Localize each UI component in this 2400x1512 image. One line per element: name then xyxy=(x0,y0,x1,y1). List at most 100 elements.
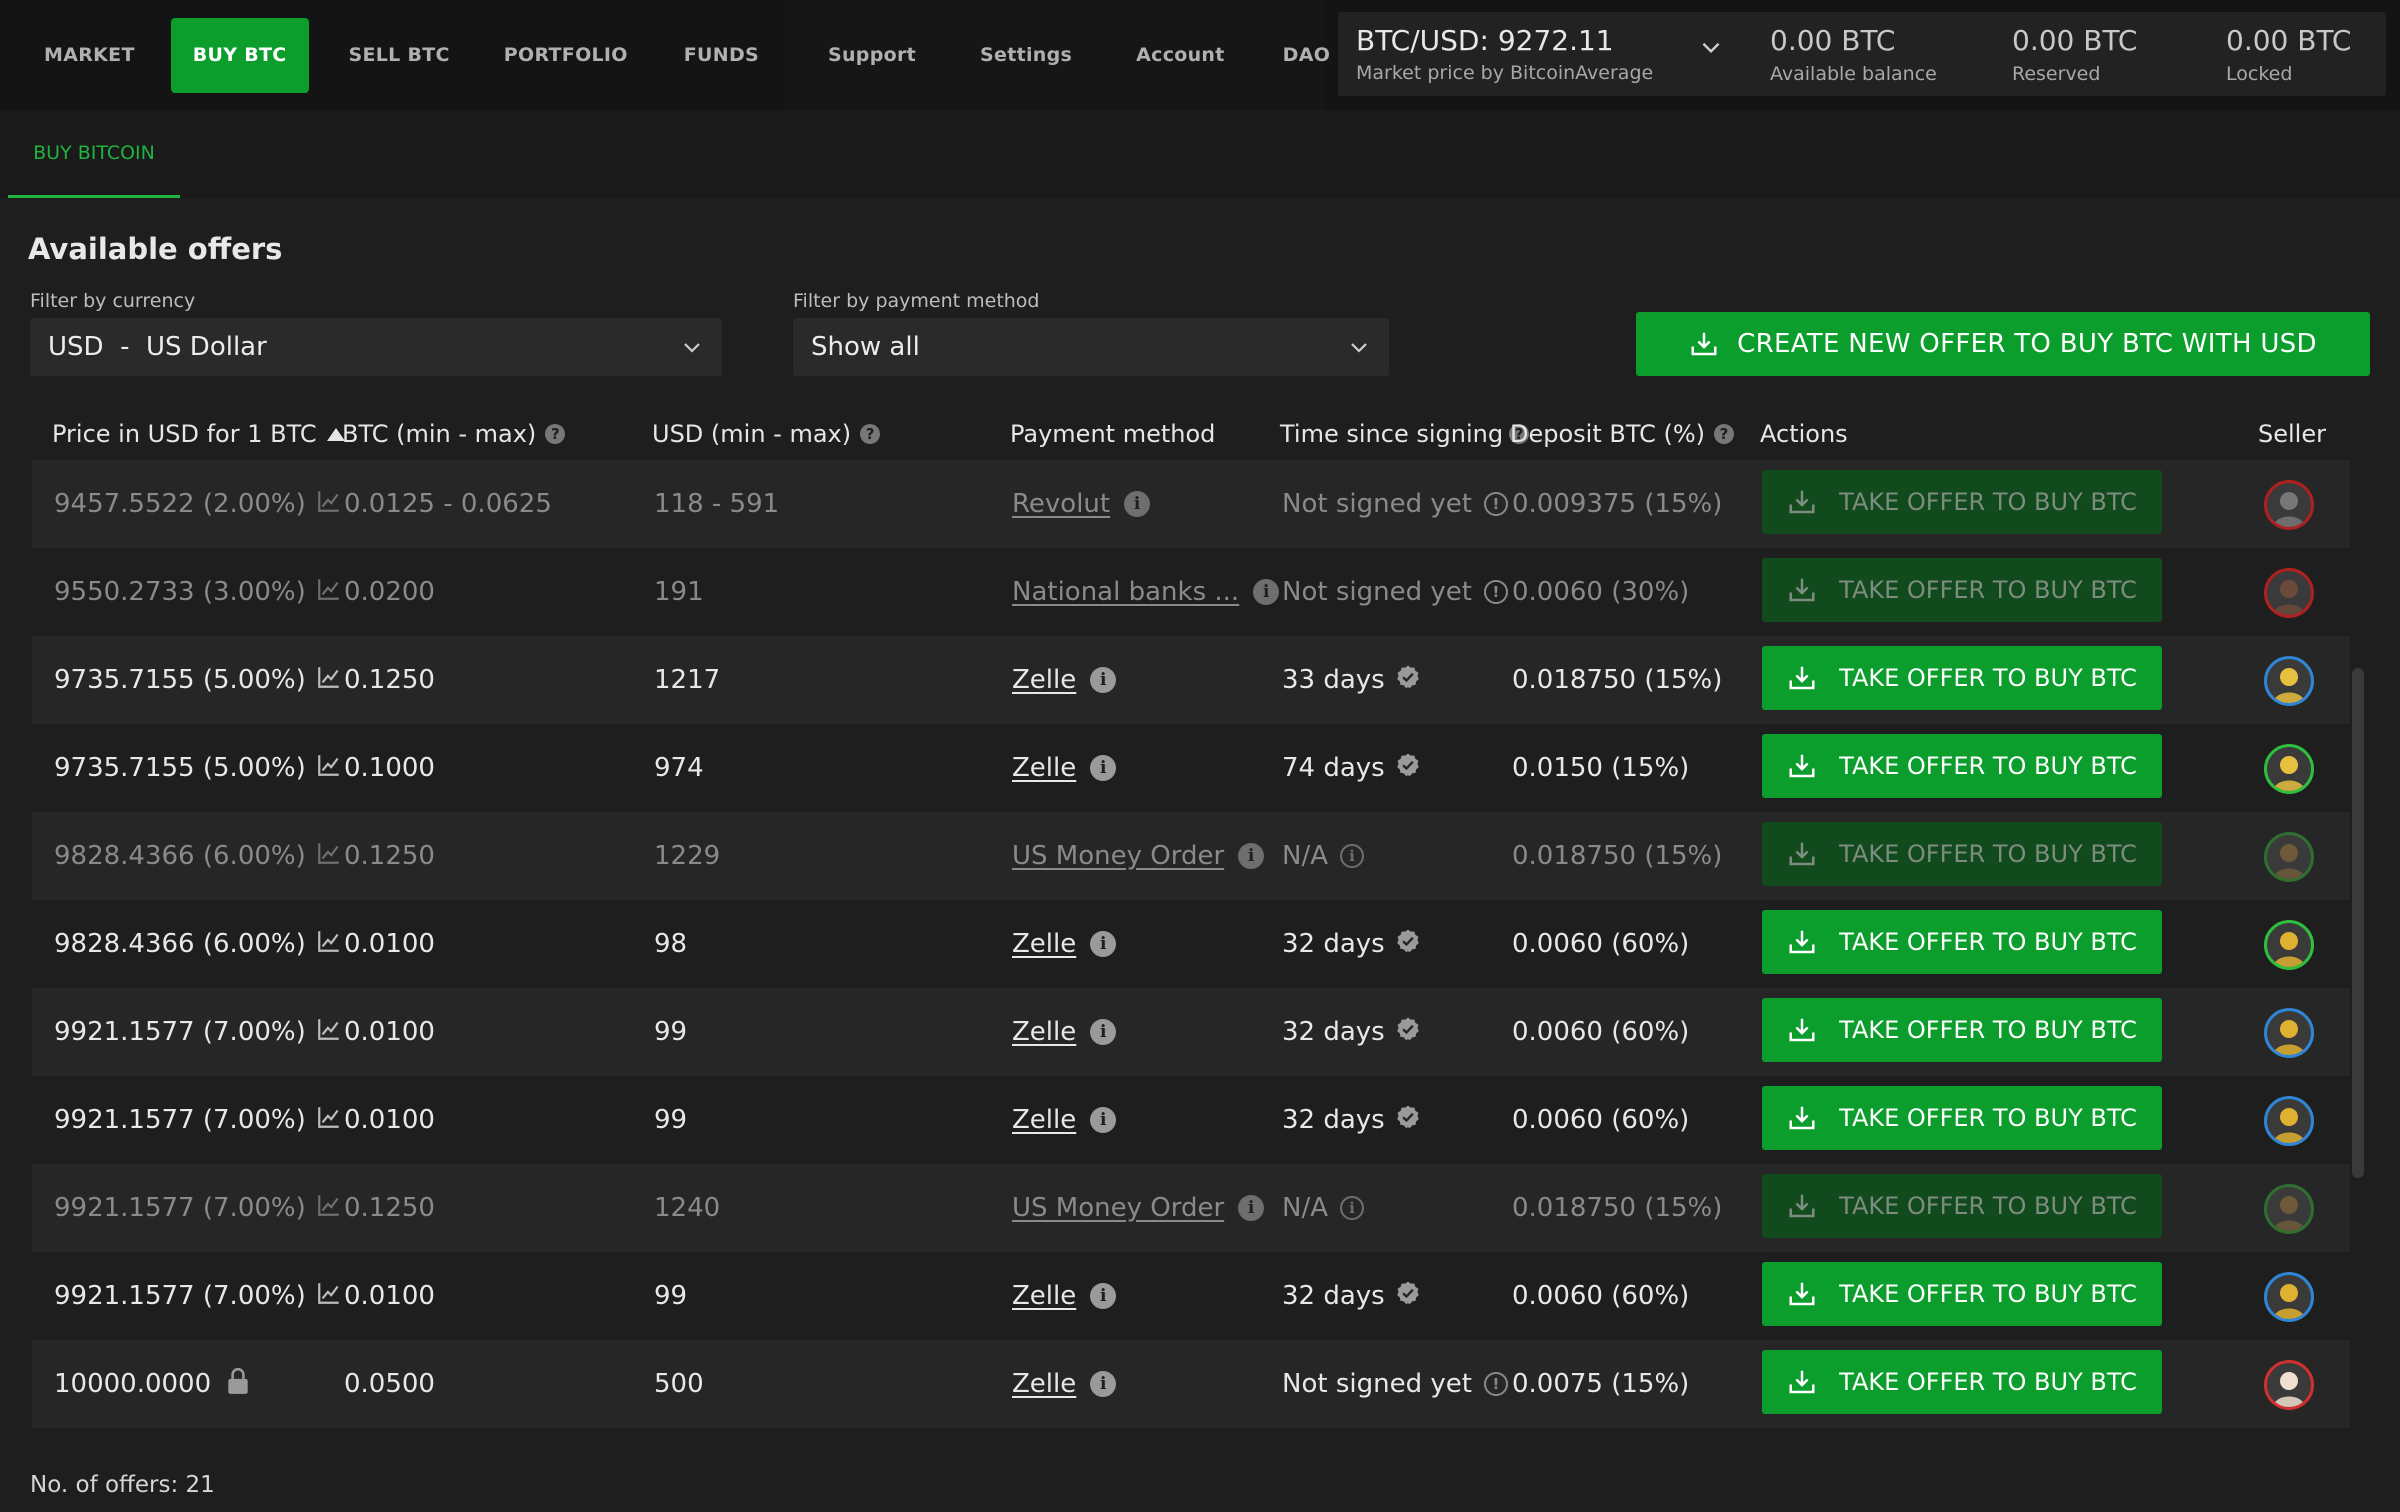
chart-icon[interactable] xyxy=(316,928,342,961)
download-tray-icon xyxy=(1787,751,1839,781)
chart-icon[interactable] xyxy=(316,576,342,609)
payment-method-link[interactable]: Revolut xyxy=(1012,489,1110,519)
chart-icon[interactable] xyxy=(316,752,342,785)
chart-icon[interactable] xyxy=(316,1104,342,1137)
payment-method-link[interactable]: US Money Order xyxy=(1012,841,1224,871)
seller-avatar[interactable] xyxy=(2264,832,2314,882)
usd-amount-cell: 191 xyxy=(654,577,704,607)
nav-account[interactable]: Account xyxy=(1092,18,1269,93)
payment-filter-select[interactable]: Show all xyxy=(793,318,1389,376)
chart-icon[interactable] xyxy=(316,664,342,697)
table-scrollbar[interactable] xyxy=(2352,668,2364,1178)
chart-icon[interactable] xyxy=(316,488,342,521)
take-offer-label: TAKE OFFER TO BUY BTC xyxy=(1839,488,2137,516)
take-offer-button[interactable]: TAKE OFFER TO BUY BTC xyxy=(1762,470,2162,534)
info-icon[interactable]: i xyxy=(1090,1107,1117,1133)
nav-portfolio[interactable]: PORTFOLIO xyxy=(476,18,656,93)
price-value: 9828.4366 (6.00%) xyxy=(54,929,306,959)
take-offer-label: TAKE OFFER TO BUY BTC xyxy=(1839,1368,2137,1396)
payment-method-link[interactable]: Zelle xyxy=(1012,753,1076,783)
seller-avatar[interactable] xyxy=(2264,480,2314,530)
col-price[interactable]: Price in USD for 1 BTC xyxy=(52,408,345,460)
col-payment-method[interactable]: Payment method xyxy=(1010,408,1215,460)
seller-avatar[interactable] xyxy=(2264,1272,2314,1322)
seller-avatar[interactable] xyxy=(2264,920,2314,970)
warning-icon[interactable]: ! xyxy=(1483,492,1508,516)
col-time-since-signing[interactable]: Time since signing ? xyxy=(1280,408,1530,460)
chart-icon[interactable] xyxy=(316,1192,342,1225)
take-offer-button[interactable]: TAKE OFFER TO BUY BTC xyxy=(1762,734,2162,798)
nav-funds[interactable]: FUNDS xyxy=(656,18,787,93)
info-icon[interactable]: i xyxy=(1090,755,1117,781)
price-cell: 9828.4366 (6.00%) xyxy=(54,812,342,900)
seller-avatar[interactable] xyxy=(2264,656,2314,706)
nav-buy-btc[interactable]: BUY BTC xyxy=(170,17,309,93)
info-icon[interactable]: i xyxy=(1253,579,1280,605)
col-deposit[interactable]: Deposit BTC (%) ? xyxy=(1510,408,1735,460)
btc-amount-cell: 0.0100 xyxy=(344,1105,435,1135)
take-offer-button[interactable]: TAKE OFFER TO BUY BTC xyxy=(1762,910,2162,974)
nav-market[interactable]: MARKET xyxy=(14,18,165,93)
usd-amount-cell: 1240 xyxy=(654,1193,721,1223)
take-offer-button[interactable]: TAKE OFFER TO BUY BTC xyxy=(1762,646,2162,710)
col-btc-amount[interactable]: BTC (min - max) ? xyxy=(342,408,566,460)
info-icon[interactable]: i xyxy=(1090,1283,1117,1309)
seller-avatar[interactable] xyxy=(2264,1360,2314,1410)
take-offer-button[interactable]: TAKE OFFER TO BUY BTC xyxy=(1762,1086,2162,1150)
payment-method-link[interactable]: Zelle xyxy=(1012,1105,1076,1135)
time-since-signing-value: Not signed yet xyxy=(1282,577,1472,607)
nav-dao[interactable]: DAO xyxy=(1269,18,1345,93)
take-offer-button[interactable]: TAKE OFFER TO BUY BTC xyxy=(1762,1262,2162,1326)
take-offer-button[interactable]: TAKE OFFER TO BUY BTC xyxy=(1762,558,2162,622)
info-icon[interactable]: i xyxy=(1090,667,1117,693)
payment-method-link[interactable]: Zelle xyxy=(1012,665,1076,695)
payment-method-link[interactable]: Zelle xyxy=(1012,1017,1076,1047)
nav-settings[interactable]: Settings xyxy=(960,18,1092,93)
help-icon[interactable]: ? xyxy=(860,424,881,444)
seller-avatar[interactable] xyxy=(2264,744,2314,794)
warning-icon[interactable]: ! xyxy=(1483,580,1508,604)
tab-buy-bitcoin[interactable]: BUY BITCOIN xyxy=(8,110,180,198)
take-offer-button[interactable]: TAKE OFFER TO BUY BTC xyxy=(1762,1350,2162,1414)
payment-method-cell: Zelle i xyxy=(1012,1076,1117,1164)
payment-method-link[interactable]: Zelle xyxy=(1012,929,1076,959)
nav-support[interactable]: Support xyxy=(784,18,960,93)
market-price-selector[interactable]: BTC/USD: 9272.11 Market price by Bitcoin… xyxy=(1338,12,1758,96)
info-icon[interactable]: i xyxy=(1090,1371,1117,1397)
chart-icon[interactable] xyxy=(316,1016,342,1049)
payment-method-link[interactable]: Zelle xyxy=(1012,1369,1076,1399)
payment-method-link[interactable]: Zelle xyxy=(1012,1281,1076,1311)
seller-avatar[interactable] xyxy=(2264,1008,2314,1058)
time-since-signing-cell: Not signed yet! xyxy=(1282,548,1508,636)
col-deposit-label: Deposit BTC (%) xyxy=(1510,420,1706,448)
info-icon[interactable]: i xyxy=(1340,844,1364,868)
take-offer-button[interactable]: TAKE OFFER TO BUY BTC xyxy=(1762,998,2162,1062)
col-usd-amount[interactable]: USD (min - max) ? xyxy=(652,408,881,460)
usd-amount-cell: 1217 xyxy=(654,665,721,695)
seller-avatar[interactable] xyxy=(2264,1096,2314,1146)
page-title: Available offers xyxy=(28,232,283,266)
warning-icon[interactable]: ! xyxy=(1483,1372,1508,1396)
payment-method-link[interactable]: National banks ... xyxy=(1012,577,1239,607)
seller-avatar[interactable] xyxy=(2264,568,2314,618)
info-icon[interactable]: i xyxy=(1238,1195,1265,1221)
info-icon[interactable]: i xyxy=(1090,931,1117,957)
info-icon[interactable]: i xyxy=(1340,1196,1364,1220)
chart-icon[interactable] xyxy=(316,840,342,873)
help-icon[interactable]: ? xyxy=(1714,424,1735,444)
take-offer-button[interactable]: TAKE OFFER TO BUY BTC xyxy=(1762,1174,2162,1238)
nav-sell-btc[interactable]: SELL BTC xyxy=(323,18,476,93)
payment-method-link[interactable]: US Money Order xyxy=(1012,1193,1224,1223)
locked-balance-label: Locked xyxy=(2226,63,2293,85)
currency-filter-select[interactable]: USD - US Dollar xyxy=(30,318,722,376)
info-icon[interactable]: i xyxy=(1124,491,1151,517)
info-icon[interactable]: i xyxy=(1090,1019,1117,1045)
chart-icon[interactable] xyxy=(316,1280,342,1313)
create-offer-button[interactable]: CREATE NEW OFFER TO BUY BTC WITH USD xyxy=(1636,312,2370,376)
reserved-balance-value: 0.00 BTC xyxy=(2012,24,2138,57)
info-icon[interactable]: i xyxy=(1238,843,1265,869)
help-icon[interactable]: ? xyxy=(545,424,566,444)
seller-avatar[interactable] xyxy=(2264,1184,2314,1234)
available-balance: 0.00 BTC Available balance xyxy=(1770,24,1937,85)
take-offer-button[interactable]: TAKE OFFER TO BUY BTC xyxy=(1762,822,2162,886)
